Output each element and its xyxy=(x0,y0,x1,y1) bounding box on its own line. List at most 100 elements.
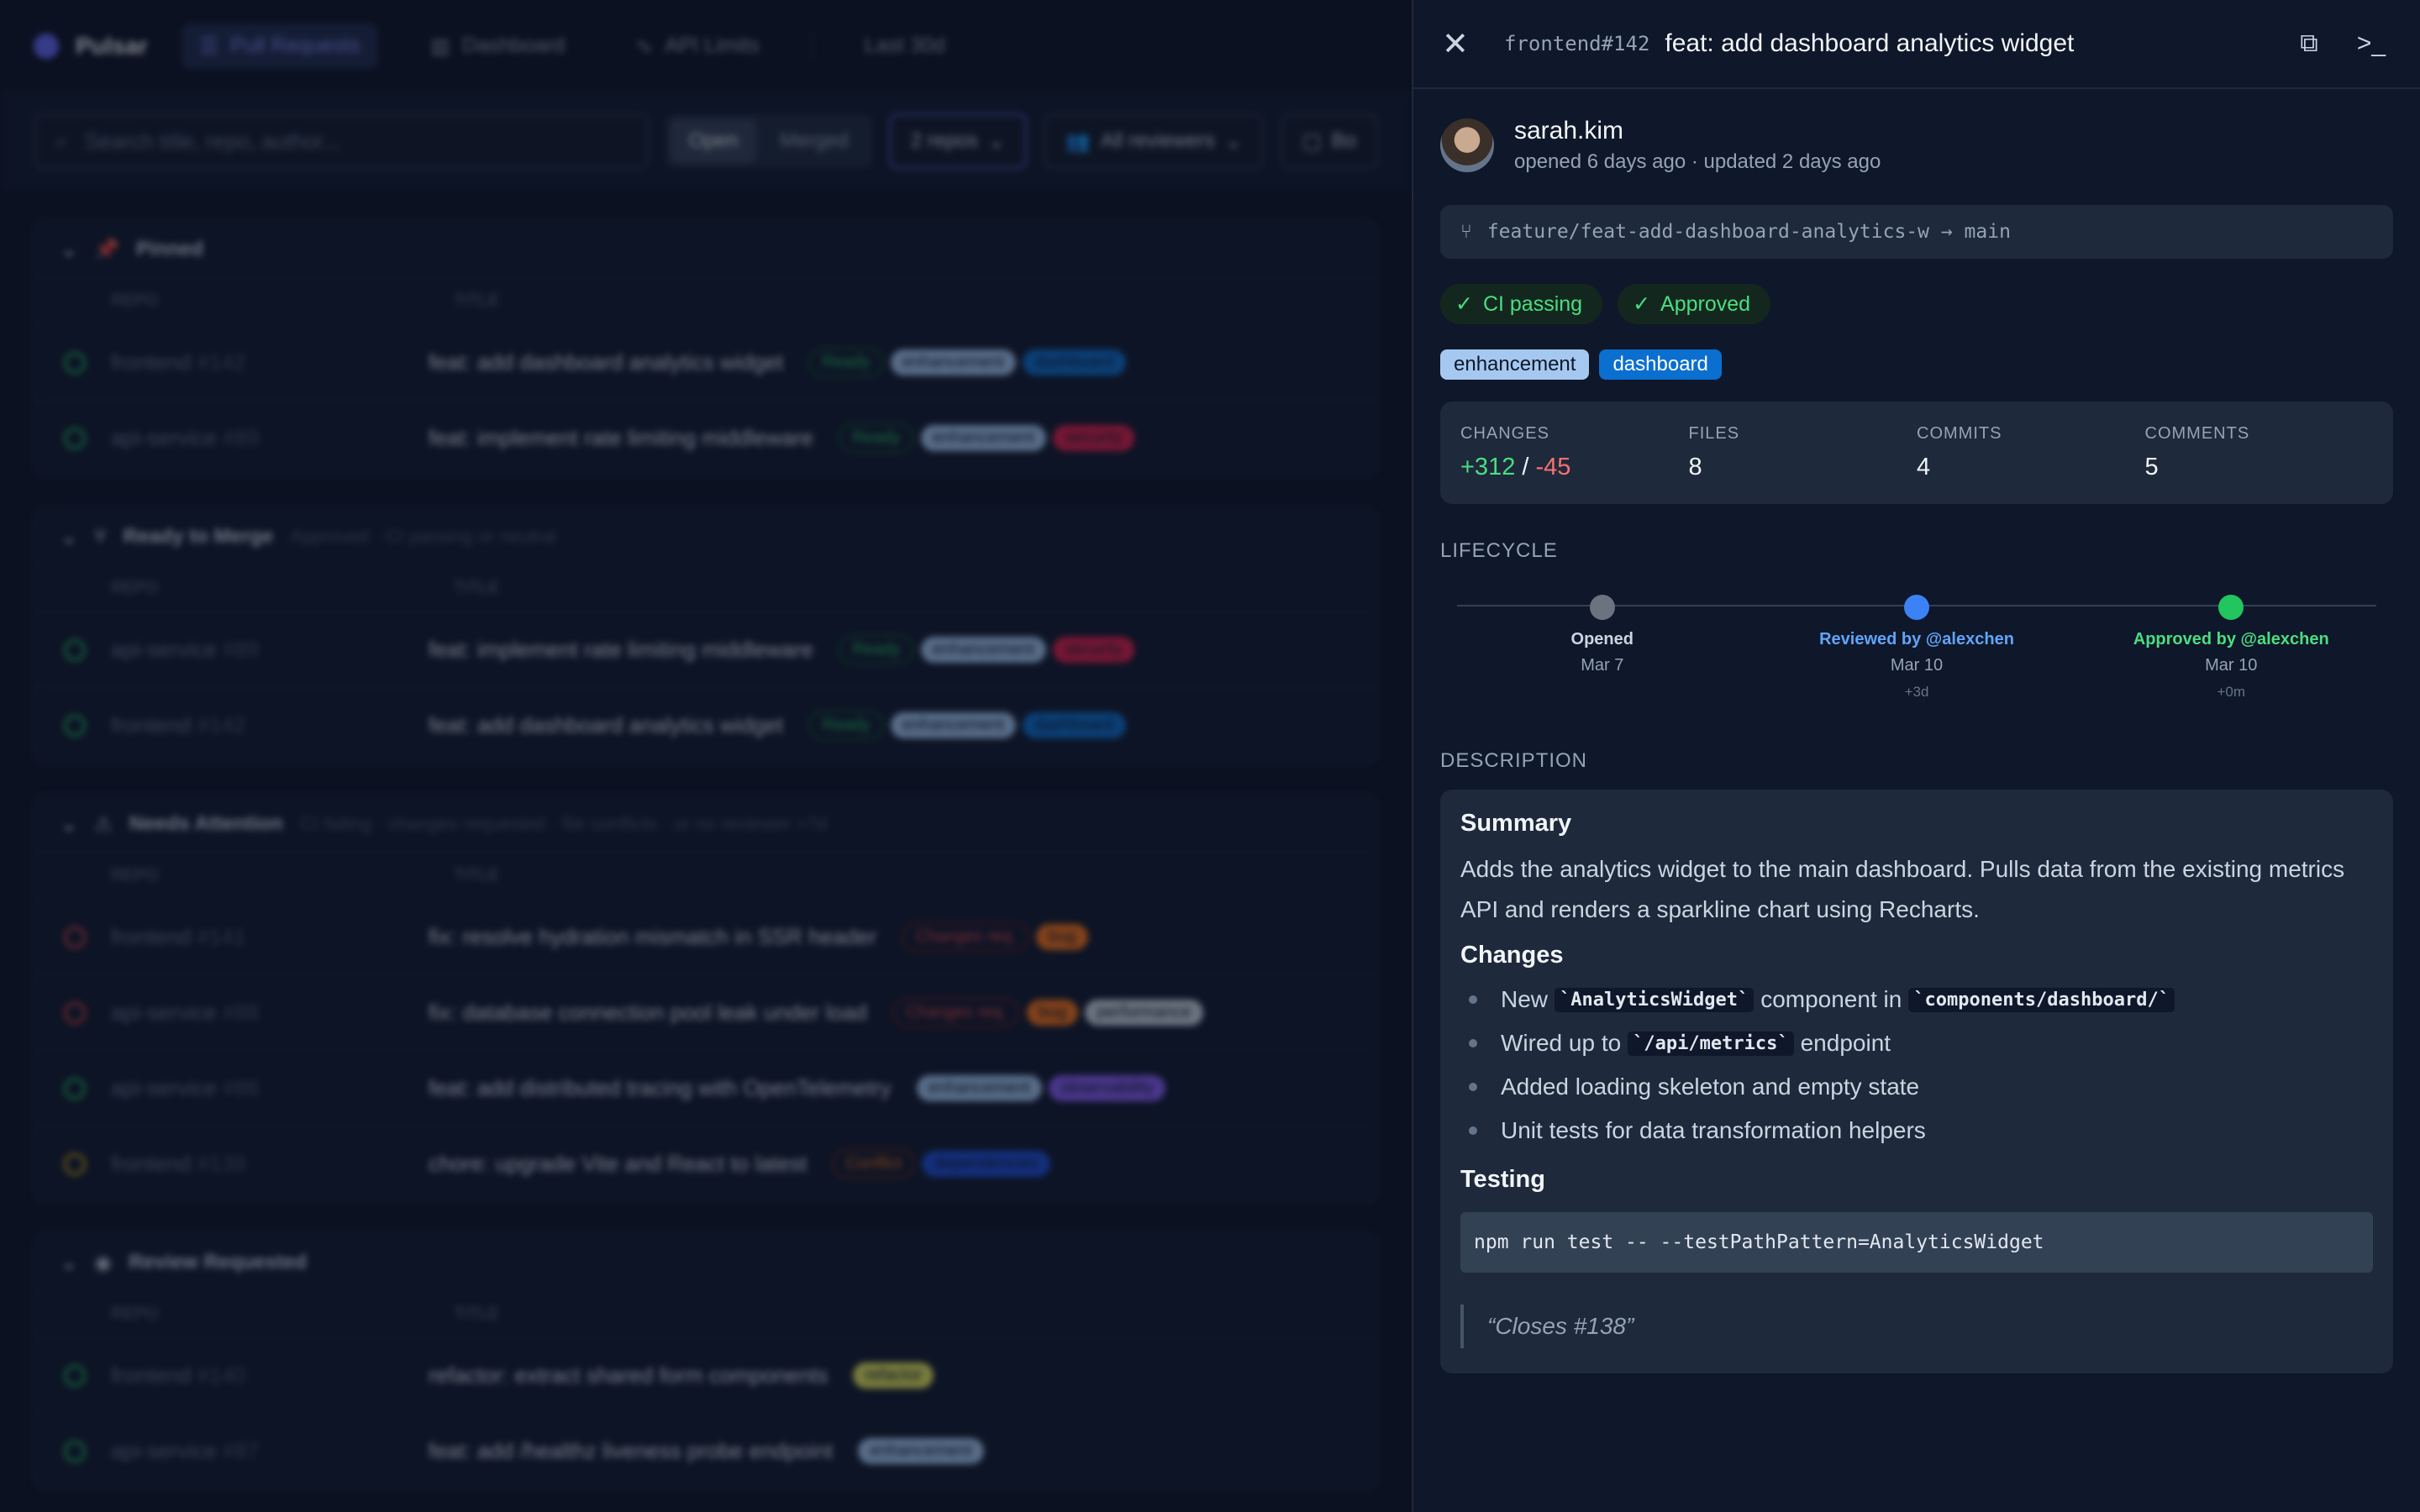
section-header[interactable]: ⌄ 📌 Pinned xyxy=(35,222,1376,277)
label-badge: enhancement xyxy=(858,1438,984,1464)
pr-number: #142 xyxy=(197,349,246,375)
table-row[interactable]: api-service #87 feat: add /healthz livene… xyxy=(35,1413,1376,1488)
stat-files: FILES 8 xyxy=(1689,424,1918,481)
row-title: fix: database connection pool leak under… xyxy=(429,1000,867,1025)
check-circle-icon: ✓ xyxy=(1455,292,1473,316)
description-heading: DESCRIPTION xyxy=(1440,749,1588,772)
summary-text: Adds the analytics widget to the main da… xyxy=(1460,856,2345,922)
nav-dashboard-label: Dashboard xyxy=(461,34,566,57)
status-badge: Ready xyxy=(839,423,914,453)
author-name[interactable]: sarah.kim xyxy=(1514,117,1881,145)
table-row[interactable]: frontend #142 feat: add dashboard analyti… xyxy=(35,687,1376,763)
pr-number: #86 xyxy=(222,1075,260,1100)
table-row[interactable]: api-service #89 feat: implement rate limi… xyxy=(35,400,1376,475)
timeline-label: Approved by @alexchen xyxy=(2133,630,2329,648)
reviewers-filter-label: All reviewers xyxy=(1100,129,1215,152)
chevron-down-icon[interactable]: ⌄ xyxy=(60,238,77,262)
repo-name: frontend #142 xyxy=(86,712,429,738)
table-row[interactable]: api-service #88 fix: database connection … xyxy=(35,974,1376,1050)
eye-icon: ◉ xyxy=(94,1251,113,1274)
timeline-dot xyxy=(1589,595,1615,620)
nav-pull-requests[interactable]: ☰ Pull Requests xyxy=(181,23,379,69)
table-row[interactable]: frontend #142 feat: add dashboard analyti… xyxy=(35,324,1376,400)
date-range-selector[interactable]: Last 30d xyxy=(846,24,964,68)
bots-filter-dropdown[interactable]: ▢ Bo xyxy=(1280,113,1378,169)
section-title: Needs Attention xyxy=(129,812,283,835)
repo-label: api-service xyxy=(111,637,223,662)
column-title: TITLE xyxy=(454,291,500,310)
table-row[interactable]: frontend #140 refactor: extract shared fo… xyxy=(35,1337,1376,1413)
pr-section: ⌄ 📌 Pinned REPO TITLE frontend #142 feat: add … xyxy=(34,220,1378,477)
table-row[interactable]: frontend #141 fix: resolve hydration mism… xyxy=(35,899,1376,974)
timeline-date: Mar 7 xyxy=(1581,656,1624,675)
repo-label: frontend xyxy=(111,349,197,375)
column-headers: REPO TITLE xyxy=(35,277,1376,324)
chevron-down-icon: ⌄ xyxy=(987,129,1005,153)
repo-label: api-service xyxy=(111,1000,223,1025)
bullet-icon xyxy=(1469,1126,1477,1135)
chevron-down-icon[interactable]: ⌄ xyxy=(60,812,77,837)
stat-changes-value: +312 / -45 xyxy=(1460,454,1689,481)
state-segmented-control: Open Merged xyxy=(665,114,872,168)
ci-status-icon xyxy=(64,1440,86,1462)
nav-dashboard[interactable]: ▥ Dashboard xyxy=(412,24,583,69)
section-header[interactable]: ⌄ ⚠ Needs Attention CI failing · changes re… xyxy=(35,796,1376,852)
stat-comments-value: 5 xyxy=(2144,454,2159,480)
row-title: feat: implement rate limiting middleware xyxy=(429,425,814,450)
label-dashboard[interactable]: dashboard xyxy=(1599,349,1722,380)
change-text: component in xyxy=(1760,986,1902,1012)
ci-status-icon xyxy=(64,638,86,661)
users-icon: 👥 xyxy=(1065,129,1091,153)
label-enhancement[interactable]: enhancement xyxy=(1440,349,1590,380)
closes-quote: “Closes #138” xyxy=(1460,1305,2373,1348)
label-badge: security xyxy=(1053,637,1134,663)
app-logo: Pulsar xyxy=(34,33,148,60)
terminal-icon[interactable]: >_ xyxy=(2353,29,2390,58)
external-link-icon[interactable]: ⧉ xyxy=(2291,29,2328,58)
change-text: endpoint xyxy=(1800,1030,1891,1056)
label-badge: security xyxy=(1053,425,1134,451)
label-badge: bug xyxy=(1026,1000,1079,1026)
repos-filter-dropdown[interactable]: 2 repos ⌄ xyxy=(888,113,1027,169)
filter-toolbar: ⌕ Search title, repo, author... Open Mer… xyxy=(0,92,1412,190)
column-title: TITLE xyxy=(454,866,500,885)
section-header[interactable]: ⌄ ⑂ Ready to Merge Approved · CI passing or… xyxy=(35,509,1376,564)
search-input[interactable]: ⌕ Search title, repo, author... xyxy=(34,113,649,169)
app-name: Pulsar xyxy=(76,32,148,59)
bots-filter-label: Bo xyxy=(1331,129,1356,152)
reviewers-filter-dropdown[interactable]: 👥 All reviewers ⌄ xyxy=(1043,113,1264,169)
section-title: Review Requested xyxy=(129,1251,308,1273)
repo-label: frontend xyxy=(111,1362,197,1388)
close-icon[interactable]: ✕ xyxy=(1442,25,1479,63)
timeline-delta: +0m xyxy=(2217,684,2245,700)
row-title: fix: resolve hydration mismatch in SSR h… xyxy=(429,924,877,949)
bullet-icon xyxy=(1469,1039,1477,1047)
deletions-count: -45 xyxy=(1535,454,1571,480)
change-item: Added loading skeleton and empty state xyxy=(1460,1065,2373,1109)
change-text: Added loading skeleton and empty state xyxy=(1501,1074,1920,1100)
nav-pull-requests-label: Pull Requests xyxy=(230,34,360,57)
status-badge: Ready xyxy=(808,711,884,740)
avatar[interactable] xyxy=(1440,118,1494,172)
section-header[interactable]: ⌄ ◉ Review Requested xyxy=(35,1235,1376,1290)
table-row[interactable]: api-service #86 feat: add distributed tra… xyxy=(35,1050,1376,1126)
change-text: Wired up to xyxy=(1501,1030,1622,1056)
chevron-down-icon[interactable]: ⌄ xyxy=(60,1251,77,1275)
nav-api-limits[interactable]: ∿ API Limits xyxy=(617,24,777,69)
timeline-event: Approved by @alexchen Mar 10 +0m xyxy=(2105,595,2357,701)
stat-comments-label: COMMENTS xyxy=(2144,424,2250,443)
table-row[interactable]: api-service #89 feat: implement rate limi… xyxy=(35,612,1376,687)
repos-filter-label: 2 repos xyxy=(910,129,978,152)
tab-merged[interactable]: Merged xyxy=(761,119,866,163)
repo-label: frontend xyxy=(111,924,197,949)
repo-name: api-service #89 xyxy=(86,637,429,663)
date-range-label: Last 30d xyxy=(864,34,945,57)
ci-status-icon xyxy=(64,427,86,449)
table-row[interactable]: frontend #139 chore: upgrade Vite and Rea… xyxy=(35,1126,1376,1201)
chevron-down-icon[interactable]: ⌄ xyxy=(60,525,77,549)
label-badge: observability xyxy=(1048,1075,1165,1101)
stat-changes-label: CHANGES xyxy=(1460,424,1549,443)
section-title: Ready to Merge xyxy=(123,525,274,548)
tab-open[interactable]: Open xyxy=(670,119,757,163)
label-badge: enhancement xyxy=(920,637,1047,663)
